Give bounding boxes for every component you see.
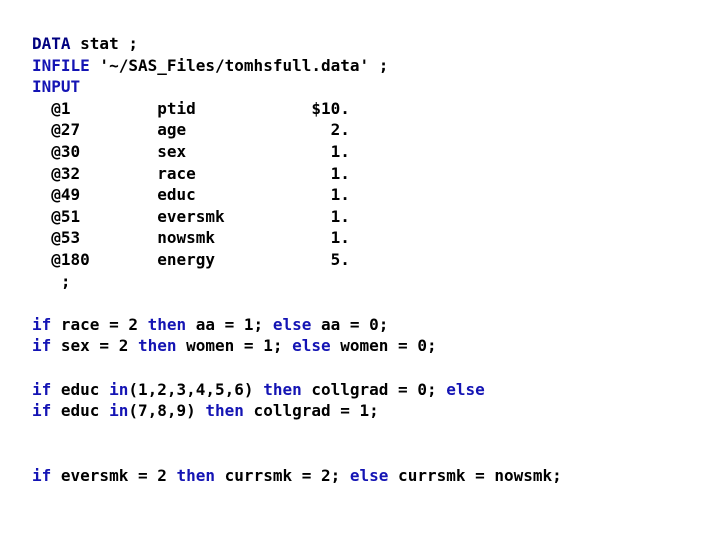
code-text: (1,2,3,4,5,6) [128, 379, 264, 399]
code-text: currsmk = nowsmk; [388, 465, 562, 485]
code-keyword: if [32, 465, 52, 485]
code-line: INPUT [32, 76, 562, 98]
code-keyword: else [272, 314, 312, 334]
code-keyword: DATA [32, 34, 71, 53]
code-keyword: else [292, 336, 331, 356]
code-text: women = 1; [176, 336, 293, 356]
code-keyword: then [147, 314, 187, 334]
code-keyword: if [32, 336, 52, 356]
code-text: race = 2 [51, 314, 148, 334]
code-line: @51 eversmk 1. [32, 206, 562, 228]
code-text: @180 energy 5. [32, 249, 350, 269]
code-line: @53 nowsmk 1. [32, 227, 562, 249]
code-text: educ [51, 379, 110, 399]
code-line: @1 ptid $10. [32, 98, 562, 120]
code-text: eversmk = 2 [51, 465, 177, 485]
code-line: @32 race 1. [32, 163, 562, 185]
code-line: if sex = 2 then women = 1; else women = … [32, 335, 562, 357]
code-line: if eversmk = 2 then currsmk = 2; else cu… [32, 465, 562, 487]
code-keyword: else [349, 465, 389, 485]
code-text: @32 race 1. [32, 163, 350, 183]
code-keyword: if [32, 379, 52, 399]
code-keyword: then [205, 401, 244, 421]
code-text: collgrad = 1; [243, 401, 379, 421]
code-text: (7,8,9) [128, 401, 206, 421]
code-keyword: then [263, 379, 302, 399]
code-line: @30 sex 1. [32, 141, 562, 163]
code-line: DATA stat ; [32, 33, 562, 55]
code-line: INFILE '~/SAS_Files/tomhsfull.data' ; [32, 55, 562, 77]
code-text: stat ; [70, 34, 138, 53]
code-text: sex = 2 [51, 336, 138, 356]
sas-code-listing: DATA stat ; INFILE '~/SAS_Files/tomhsfull… [32, 33, 562, 486]
code-line: ; [32, 271, 562, 293]
code-text: @51 eversmk 1. [32, 206, 350, 226]
code-text: collgrad = 0; [301, 379, 447, 399]
code-line: if race = 2 then aa = 1; else aa = 0; [32, 314, 562, 336]
code-line: if educ in(1,2,3,4,5,6) then collgrad = … [32, 379, 562, 401]
code-text: @30 sex 1. [32, 141, 350, 161]
code-text: currsmk = 2; [215, 465, 350, 485]
code-keyword: in [109, 379, 129, 399]
code-keyword: INPUT [32, 77, 81, 97]
code-keyword: INFILE [32, 55, 90, 75]
code-keyword: if [32, 401, 52, 421]
code-text: '~/SAS_Files/tomhsfull.data' ; [89, 55, 389, 75]
code-keyword: in [109, 401, 129, 421]
code-keyword: then [137, 336, 177, 356]
code-keyword: else [446, 379, 485, 399]
code-text: @1 ptid $10. [32, 98, 350, 118]
code-line: @180 energy 5. [32, 249, 562, 271]
code-text: aa = 1; [186, 314, 273, 334]
code-keyword: then [176, 465, 216, 485]
code-keyword: if [32, 314, 52, 334]
code-text: @27 age 2. [32, 120, 350, 140]
code-text: @53 nowsmk 1. [32, 228, 350, 248]
code-text: @49 educ 1. [32, 185, 350, 205]
code-line: @27 age 2. [32, 119, 562, 141]
code-text: aa = 0; [311, 314, 389, 334]
code-line: @49 educ 1. [32, 184, 562, 206]
code-text: ; [32, 271, 71, 291]
code-line: if educ in(7,8,9) then collgrad = 1; [32, 400, 562, 422]
code-text: women = 0; [330, 336, 437, 356]
code-text: educ [51, 401, 110, 421]
